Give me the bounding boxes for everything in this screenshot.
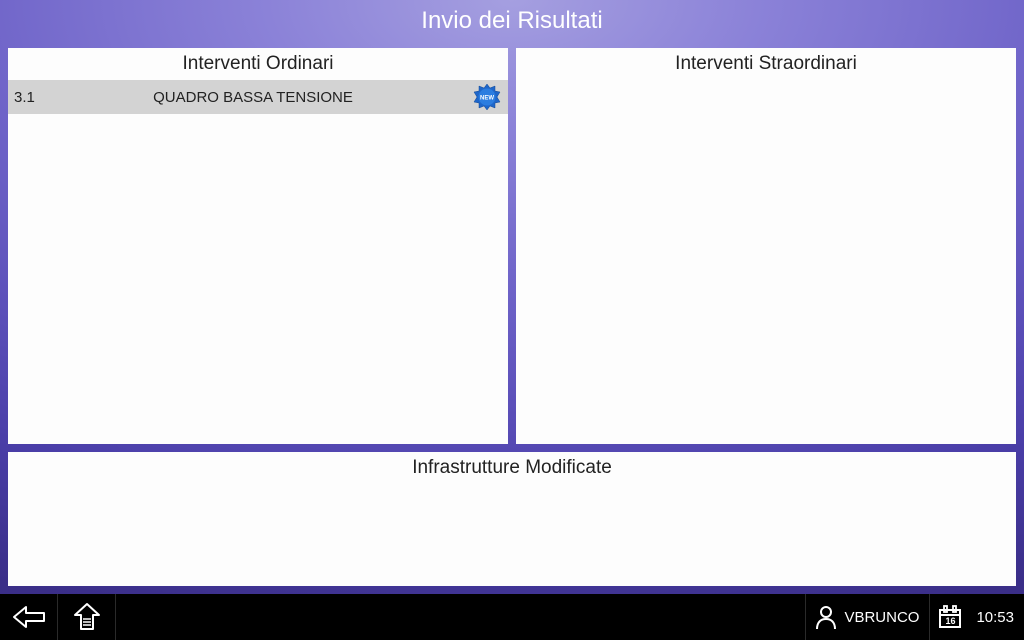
panel-extraordinary: Interventi Straordinari xyxy=(516,48,1016,444)
panel-extraordinary-body xyxy=(516,80,1016,444)
panel-ordinary-body: 3.1 QUADRO BASSA TENSIONE NEW xyxy=(8,80,508,444)
panel-infrastructure: Infrastrutture Modificate xyxy=(8,452,1016,586)
list-item[interactable]: 3.1 QUADRO BASSA TENSIONE NEW xyxy=(8,80,508,114)
back-arrow-icon xyxy=(12,605,46,629)
list-item-label: QUADRO BASSA TENSIONE xyxy=(62,89,464,106)
home-arrow-icon xyxy=(73,602,101,632)
list-item-code: 3.1 xyxy=(14,89,54,106)
top-row: Interventi Ordinari 3.1 QUADRO BASSA TEN… xyxy=(8,48,1016,444)
page-header: Invio dei Risultati xyxy=(0,0,1024,42)
user-icon xyxy=(814,604,838,630)
svg-text:NEW: NEW xyxy=(480,96,494,102)
calendar-day-label: 16 xyxy=(945,616,955,626)
panel-extraordinary-title: Interventi Straordinari xyxy=(516,48,1016,80)
panel-ordinary-title: Interventi Ordinari xyxy=(8,48,508,80)
username-label: VBRUNCO xyxy=(844,609,919,626)
home-button[interactable] xyxy=(58,594,116,640)
footer-bar: VBRUNCO 16 10:53 xyxy=(0,594,1024,640)
panel-infrastructure-title: Infrastrutture Modificate xyxy=(8,452,1016,484)
main-area: Interventi Ordinari 3.1 QUADRO BASSA TEN… xyxy=(0,42,1024,594)
back-button[interactable] xyxy=(0,594,58,640)
page-title: Invio dei Risultati xyxy=(421,7,602,35)
footer-spacer xyxy=(116,594,805,640)
panel-ordinary: Interventi Ordinari 3.1 QUADRO BASSA TEN… xyxy=(8,48,508,444)
clock-label: 10:53 xyxy=(970,594,1024,640)
new-badge-icon: NEW xyxy=(472,82,502,112)
user-button[interactable]: VBRUNCO xyxy=(805,594,929,640)
panel-infrastructure-body xyxy=(8,484,1016,586)
calendar-button[interactable]: 16 xyxy=(929,594,970,640)
